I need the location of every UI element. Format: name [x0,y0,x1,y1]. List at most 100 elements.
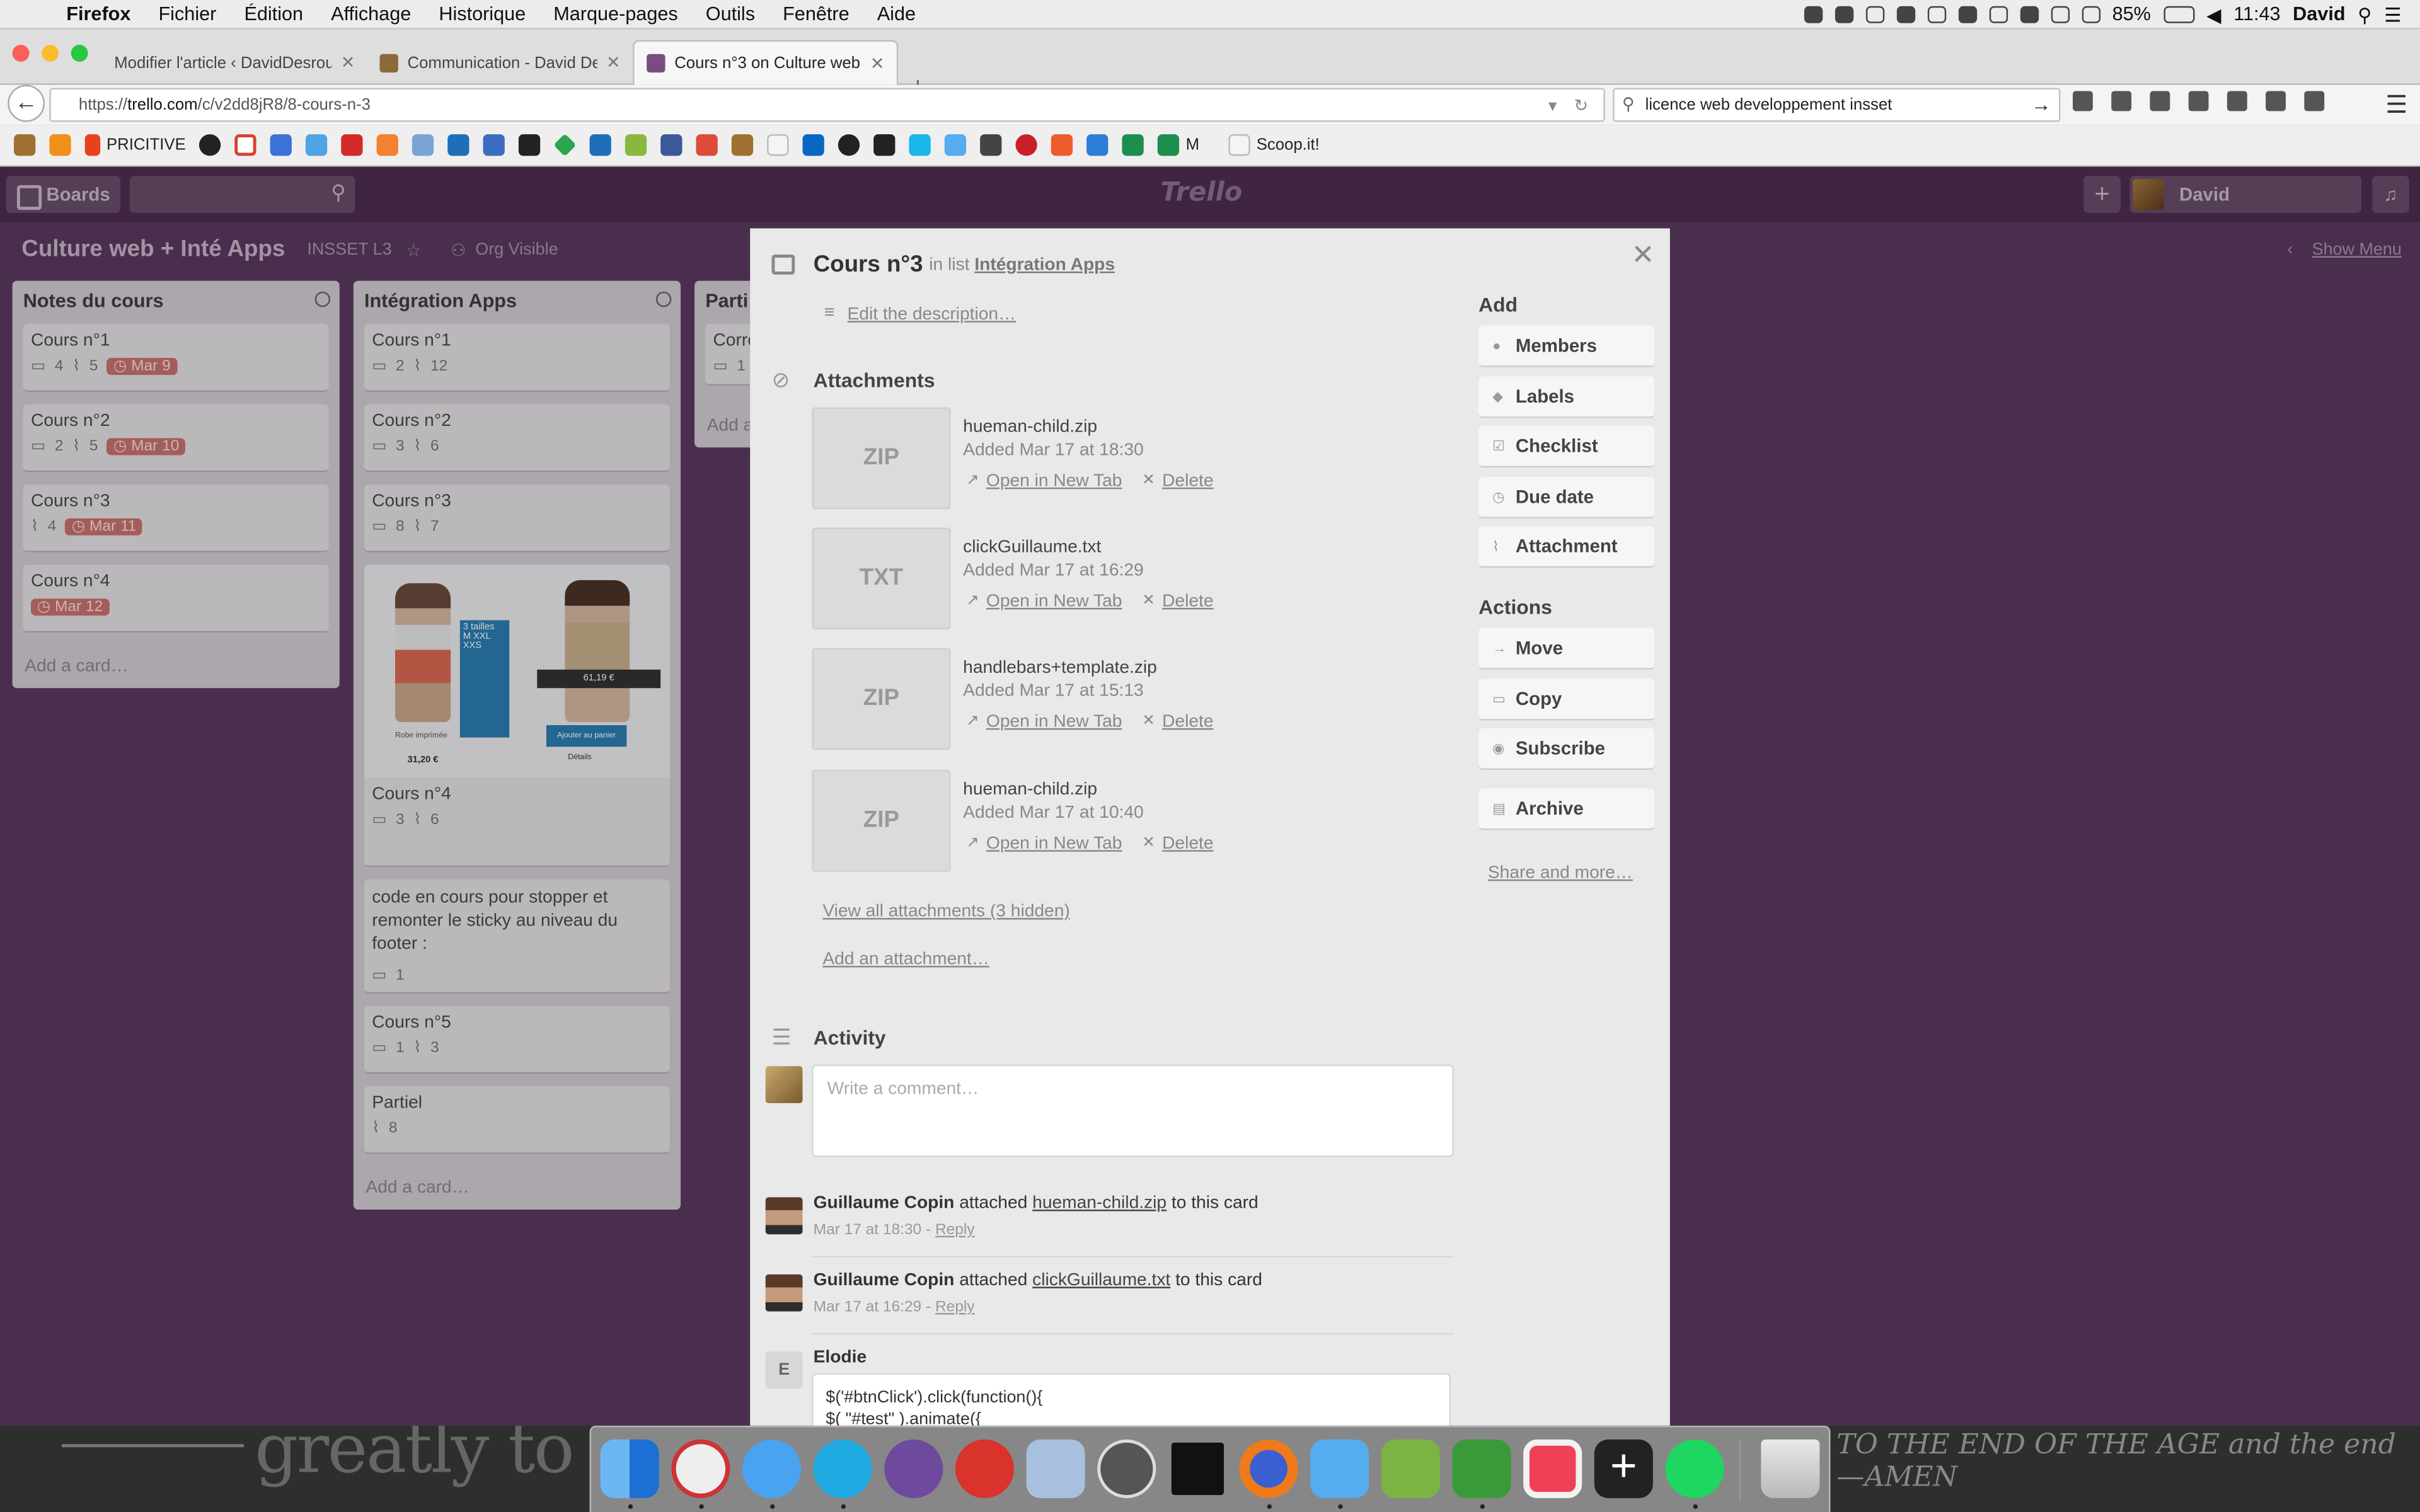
search-go-arrow-icon[interactable]: → [2031,89,2051,120]
bookmark-icon[interactable] [1051,134,1073,156]
card-title-heading[interactable]: Cours n°3 [814,251,923,278]
browser-tab[interactable]: Communication - David Des… ✕ [367,40,633,85]
github-icon[interactable] [199,134,222,156]
cloud-icon[interactable] [1865,5,1884,23]
url-bar[interactable]: https://trello.com/c/v2dd8jR8/8-cours-n-… [49,88,1605,122]
feedly-icon[interactable] [1381,1439,1440,1498]
bookmark-star-icon[interactable] [2073,91,2093,112]
github-icon[interactable] [884,1439,943,1498]
dropbox-icon[interactable] [1927,5,1946,23]
bookmark-icon[interactable] [412,134,435,156]
bookmark-m[interactable]: M [1158,134,1199,156]
view-all-attachments-link[interactable]: View all attachments (3 hidden) [822,903,1069,921]
pinterest-icon[interactable] [1016,134,1038,156]
bookmark-icon[interactable] [838,134,860,156]
menu-affichage[interactable]: Affichage [317,3,425,25]
list-link[interactable]: Intégration Apps [974,256,1115,275]
terminal-icon[interactable] [1168,1439,1227,1498]
avatar[interactable]: E [765,1351,803,1389]
attachment-button[interactable]: ⌇ Attachment [1478,526,1655,568]
bookmark-icon[interactable] [625,134,647,156]
trello-icon[interactable] [448,134,470,156]
clock-app-icon[interactable] [671,1439,730,1498]
spotlight-icon[interactable]: ⚲ [2358,3,2371,26]
facebook-icon[interactable] [661,134,683,156]
zoom-window-icon[interactable] [71,45,88,62]
add-attachment-link[interactable]: Add an attachment… [822,951,989,969]
attachment-thumbnail[interactable]: TXT [812,527,951,630]
attachment-thumbnail[interactable]: ZIP [812,407,951,510]
twitter-icon[interactable] [945,134,967,156]
delicious-icon[interactable] [590,134,612,156]
menu-outils[interactable]: Outils [692,3,769,25]
power-icon[interactable] [955,1439,1014,1498]
checklist-button[interactable]: ☑ Checklist [1478,425,1655,468]
tray-icon[interactable] [1803,5,1823,23]
menu-edition[interactable]: Édition [230,3,317,25]
notification-center-icon[interactable]: ☰ [2384,3,2401,26]
send-icon[interactable] [2227,91,2247,112]
back-arrow-icon[interactable]: ← [8,84,45,122]
search-input[interactable]: ⚲ licence web developpement insset → [1613,88,2061,122]
sheets-icon[interactable] [1122,134,1144,156]
google-plus-icon[interactable] [696,134,718,156]
attachment-thumbnail[interactable]: ZIP [812,648,951,750]
move-button[interactable]: → Move [1478,627,1655,670]
spotify-icon[interactable] [1665,1439,1724,1498]
activity-file-link[interactable]: clickGuillaume.txt [1032,1271,1170,1290]
battery-icon[interactable] [2163,5,2194,23]
bookmark-icon[interactable] [14,134,36,156]
download-icon[interactable] [2150,91,2170,112]
trash-icon[interactable] [1761,1439,1820,1498]
attachment-thumbnail[interactable]: ZIP [812,770,951,872]
close-window-icon[interactable] [12,45,30,62]
reply-link[interactable]: Reply [935,1222,975,1239]
tray-icon[interactable] [2019,5,2039,23]
menu-fenetre[interactable]: Fenêtre [769,3,863,25]
menu-marque-pages[interactable]: Marque-pages [539,3,691,25]
share-and-more-link[interactable]: Share and more… [1488,864,1633,882]
tray-icon[interactable] [1988,5,2008,23]
virtualbox-icon[interactable] [1026,1439,1085,1498]
browser-tab-active[interactable]: Cours n°3 on Culture web +… ✕ [633,40,899,85]
bookmark-icon[interactable] [342,134,364,156]
twitter-icon[interactable] [1310,1439,1369,1498]
edit-description-link[interactable]: Edit the description… [824,304,1016,324]
menu-app-name[interactable]: Firefox [52,3,144,25]
chat-icon[interactable] [2304,91,2325,112]
wifi-icon[interactable] [2050,5,2070,23]
tray-icon[interactable] [1896,5,1915,23]
delete-attachment-link[interactable]: Delete [1142,713,1213,731]
add-icon[interactable]: + [1594,1439,1653,1498]
vine-icon[interactable] [909,134,931,156]
menubar-user[interactable]: David [2293,3,2345,25]
hamburger-menu-icon[interactable]: ☰ [2385,89,2407,120]
gmail-icon[interactable] [235,134,257,156]
activity-user[interactable]: Elodie [814,1348,867,1366]
firefox-icon[interactable] [1239,1439,1298,1498]
bookmark-scoopit[interactable]: Scoop.it! [1228,134,1320,156]
bookmark-icon[interactable] [767,134,790,156]
sequel-pro-icon[interactable] [1097,1439,1156,1498]
delete-attachment-link[interactable]: Delete [1142,592,1213,610]
tray-icon[interactable] [1957,5,1977,23]
comment-input[interactable]: Write a comment… [812,1064,1454,1157]
reload-icon[interactable]: ▾ ↻ [1548,91,1594,122]
menu-historique[interactable]: Historique [425,3,539,25]
finder-icon[interactable] [600,1439,659,1498]
volume-icon[interactable]: ◀ [2206,3,2221,26]
skype-icon[interactable] [813,1439,872,1498]
avatar[interactable] [765,1197,803,1235]
copy-button[interactable]: ▭ Copy [1478,679,1655,721]
bookmark-icon[interactable] [1086,134,1109,156]
bookmark-pricitive[interactable]: PRICITIVE [84,134,186,156]
messages-icon[interactable] [742,1439,802,1498]
close-icon[interactable]: ✕ [1632,239,1655,272]
menu-aide[interactable]: Aide [863,3,930,25]
delete-attachment-link[interactable]: Delete [1142,835,1213,853]
browser-tab[interactable]: Modifier l'article ‹ DavidDesrou… ✕ [102,40,367,85]
bookmark-icon[interactable] [553,134,577,157]
pocket-icon[interactable] [1523,1439,1582,1498]
open-in-new-tab-link[interactable]: Open in New Tab [966,713,1122,731]
members-button[interactable]: ● Members [1478,325,1655,367]
